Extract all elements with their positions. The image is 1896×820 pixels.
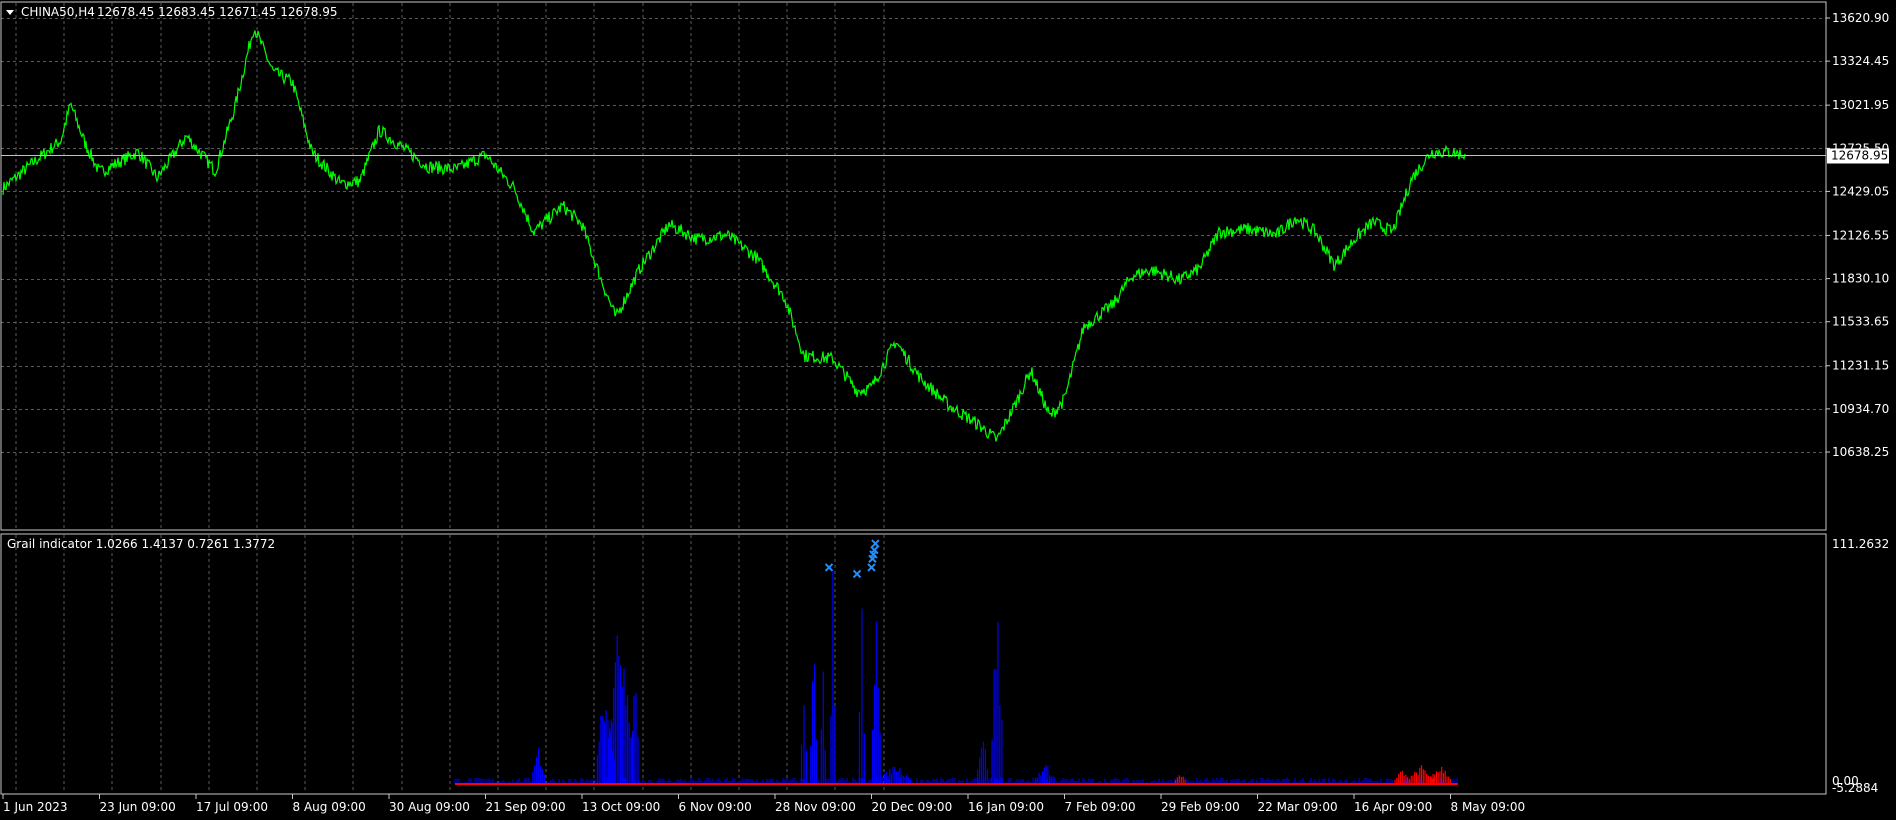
time-tick-label: 8 Aug 09:00 — [293, 800, 366, 814]
time-tick-label: 16 Jan 09:00 — [968, 800, 1044, 814]
price-tick-label: 13021.95 — [1832, 98, 1889, 112]
time-tick-label: 28 Nov 09:00 — [775, 800, 856, 814]
price-tick-label: 10638.25 — [1832, 445, 1889, 459]
time-tick-label: 29 Feb 09:00 — [1161, 800, 1240, 814]
current-price-value: 12678.95 — [1831, 149, 1888, 163]
time-tick-label: 17 Jul 09:00 — [196, 800, 268, 814]
indicator-tick-label: -5.2884 — [1832, 781, 1878, 795]
time-tick-label: 7 Feb 09:00 — [1065, 800, 1136, 814]
time-tick-label: 20 Dec 09:00 — [872, 800, 953, 814]
time-tick-label: 1 Jun 2023 — [3, 800, 68, 814]
price-tick-label: 13620.90 — [1832, 11, 1889, 25]
price-tick-label: 12126.55 — [1832, 228, 1889, 242]
time-tick-label: 13 Oct 09:00 — [582, 800, 660, 814]
time-tick-label: 22 Mar 09:00 — [1258, 800, 1338, 814]
time-tick-label: 21 Sep 09:00 — [486, 800, 566, 814]
time-tick-label: 16 Apr 09:00 — [1354, 800, 1432, 814]
indicator-tick-label: 111.2632 — [1832, 537, 1889, 551]
price-tick-label: 12429.05 — [1832, 184, 1889, 198]
price-tick-label: 11231.15 — [1832, 359, 1889, 373]
price-tick-label: 10934.70 — [1832, 402, 1889, 416]
indicator-legend: Grail indicator 1.0266 1.4137 0.7261 1.3… — [7, 537, 275, 551]
legend-symbol: CHINA50,H4 — [21, 5, 95, 19]
price-tick-label: 13324.45 — [1832, 54, 1889, 68]
price-tick-label: 11830.10 — [1832, 272, 1889, 286]
time-tick-label: 8 May 09:00 — [1451, 800, 1526, 814]
trading-terminal: CHINA50,H4 12678.45 12683.45 12671.45 12… — [0, 0, 1896, 820]
price-tick-label: 11533.65 — [1832, 315, 1889, 329]
current-price-badge: 12678.95 — [1827, 148, 1889, 164]
main-window-legend: CHINA50,H4 12678.45 12683.45 12671.45 12… — [6, 5, 337, 19]
time-tick-label: 23 Jun 09:00 — [100, 800, 176, 814]
time-tick-label: 30 Aug 09:00 — [389, 800, 470, 814]
legend-ohlc: 12678.45 12683.45 12671.45 12678.95 — [97, 5, 337, 19]
time-tick-label: 6 Nov 09:00 — [679, 800, 752, 814]
